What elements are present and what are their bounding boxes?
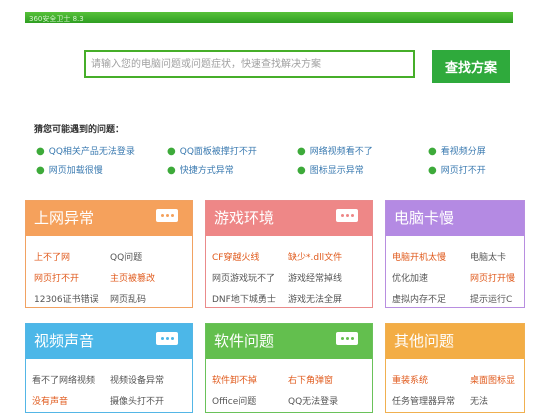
question-link[interactable]: ● 看视频分屏 [428, 146, 486, 158]
card-games: 游戏环境 CF穿越火线 缺少*.dll文件 网页游戏玩不了 游戏经常掉线 DNF… [205, 200, 373, 308]
bullet-icon: ● [297, 165, 306, 176]
window-title: 360安全卫士 8.3 [29, 15, 84, 23]
card-link[interactable]: 电脑太卡 [470, 252, 506, 264]
question-link[interactable]: ● QQ面板被撑打不开 [167, 146, 257, 158]
bullet-icon: ● [36, 165, 45, 176]
card-link[interactable]: CF穿越火线 [212, 252, 259, 264]
card-link[interactable]: QQ无法登录 [288, 396, 338, 408]
search-box[interactable] [84, 50, 415, 78]
card-link[interactable]: 缺少*.dll文件 [288, 252, 342, 264]
card-link[interactable]: 网页游戏玩不了 [212, 273, 275, 285]
card-title[interactable]: 其他问题 [386, 324, 524, 359]
card-link[interactable]: 12306证书错误 [34, 294, 99, 306]
question-link[interactable]: ● QQ相关产品无法登录 [36, 146, 135, 158]
card-slow-pc: 电脑卡慢 电脑开机太慢 电脑太卡 优化加速 网页打开慢 虚拟内存不足 提示运行C [385, 200, 525, 308]
title-bar: 360安全卫士 8.3 [25, 12, 513, 23]
card-internet: 上网异常 上不了网 QQ问题 网页打不开 主页被篡改 12306证书错误 网页乱… [25, 200, 193, 308]
bullet-icon: ● [167, 165, 176, 176]
card-link[interactable]: 网页打开慢 [470, 273, 515, 285]
question-link[interactable]: ● 快捷方式异常 [167, 165, 234, 177]
card-link[interactable]: DNF地下城勇士 [212, 294, 276, 306]
card-link[interactable]: 摄像头打不开 [110, 396, 164, 408]
search-input[interactable] [86, 52, 413, 77]
card-link[interactable]: 无法 [470, 396, 488, 408]
card-link[interactable]: 软件卸不掉 [212, 375, 257, 387]
card-link[interactable]: 提示运行C [470, 294, 512, 306]
card-link[interactable]: 主页被篡改 [110, 273, 155, 285]
more-icon[interactable] [156, 332, 178, 345]
card-software: 软件问题 软件卸不掉 右下角弹窗 Office问题 QQ无法登录 [205, 323, 373, 413]
card-link[interactable]: 游戏无法全屏 [288, 294, 342, 306]
card-link[interactable]: 右下角弹窗 [288, 375, 333, 387]
question-link[interactable]: ● 网页打不开 [428, 165, 486, 177]
card-link[interactable]: QQ问题 [110, 252, 142, 264]
more-icon[interactable] [156, 209, 178, 222]
card-link[interactable]: 虚拟内存不足 [392, 294, 446, 306]
card-link[interactable]: Office问题 [212, 396, 256, 408]
card-link[interactable]: 没有声音 [32, 396, 68, 408]
card-link[interactable]: 任务管理器异常 [392, 396, 455, 408]
question-link[interactable]: ● 图标显示异常 [297, 165, 364, 177]
card-link[interactable]: 看不了网络视频 [32, 375, 95, 387]
more-icon[interactable] [336, 209, 358, 222]
bullet-icon: ● [167, 146, 176, 157]
card-link[interactable]: 电脑开机太慢 [392, 252, 446, 264]
search-button[interactable]: 查找方案 [432, 50, 510, 83]
card-link[interactable]: 优化加速 [392, 273, 428, 285]
question-link[interactable]: ● 网络视频看不了 [297, 146, 373, 158]
card-link[interactable]: 游戏经常掉线 [288, 273, 342, 285]
bullet-icon: ● [428, 165, 437, 176]
card-link[interactable]: 视频设备异常 [110, 375, 164, 387]
bullet-icon: ● [428, 146, 437, 157]
card-title[interactable]: 电脑卡慢 [386, 201, 524, 236]
questions-title: 猜您可能遇到的问题： [34, 125, 125, 135]
card-link[interactable]: 桌面图标显 [470, 375, 515, 387]
card-link[interactable]: 网页打不开 [34, 273, 79, 285]
card-link[interactable]: 网页乱码 [110, 294, 146, 306]
card-other: 其他问题 重装系统 桌面图标显 任务管理器异常 无法 [385, 323, 525, 413]
more-icon[interactable] [336, 332, 358, 345]
card-video-audio: 视频声音 看不了网络视频 视频设备异常 没有声音 摄像头打不开 [25, 323, 193, 413]
bullet-icon: ● [297, 146, 306, 157]
question-link[interactable]: ● 网页加载很慢 [36, 165, 103, 177]
bullet-icon: ● [36, 146, 45, 157]
card-link[interactable]: 重装系统 [392, 375, 428, 387]
card-link[interactable]: 上不了网 [34, 252, 70, 264]
